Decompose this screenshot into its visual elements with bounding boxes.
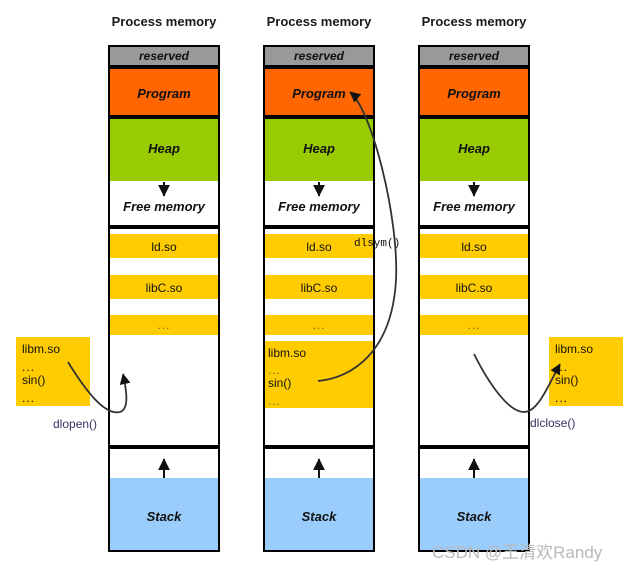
segment-program-label: Program xyxy=(447,86,501,101)
segment-reserved-label: reserved xyxy=(448,49,500,63)
segment-heap-label: Heap xyxy=(303,141,335,156)
library-label-ldso: ld.so xyxy=(151,240,177,254)
segment-stack-label: Stack xyxy=(456,509,492,524)
library-label-libcso: libC.so xyxy=(300,281,338,295)
library-label-libmso-symbol: sin() xyxy=(268,376,292,390)
segment-program: Program xyxy=(263,67,375,117)
callout-left-name: libm.so xyxy=(22,342,61,356)
library-label-libmso-dots-top: ... xyxy=(268,363,282,377)
library-label-more: ... xyxy=(157,318,171,332)
segment-stack: Stack xyxy=(418,447,530,552)
library-band-libmso: libm.so ... sin() ... xyxy=(265,341,373,408)
callout-libm-right: libm.so ... sin() ... xyxy=(549,337,623,406)
library-band-libcso: libC.so xyxy=(420,275,528,299)
library-label-libmso-dots-bottom: ... xyxy=(268,394,282,408)
library-band-more: ... xyxy=(265,315,373,335)
segment-reserved-label: reserved xyxy=(138,49,190,63)
library-band-libcso: libC.so xyxy=(265,275,373,299)
callout-left-dots-top: ... xyxy=(22,360,36,374)
segment-heap-label: Heap xyxy=(148,141,180,156)
segment-stack: Stack xyxy=(108,447,220,552)
column-title-2: Process memory xyxy=(266,14,372,29)
segment-program: Program xyxy=(418,67,530,117)
callout-right-dots-bottom: ... xyxy=(555,391,569,405)
library-band-libcso: libC.so xyxy=(110,275,218,299)
library-label-ldso: ld.so xyxy=(461,240,487,254)
segment-program-label: Program xyxy=(292,86,346,101)
column-title-3: Process memory xyxy=(421,14,527,29)
library-band-ldso: ld.so xyxy=(110,234,218,258)
watermark: CSDN @王清欢Randy xyxy=(432,543,603,562)
library-band-more: ... xyxy=(420,315,528,335)
segment-program: Program xyxy=(108,67,220,117)
segment-program-label: Program xyxy=(137,86,191,101)
dlsym-label: dlsym() xyxy=(354,238,401,250)
library-band-more: ... xyxy=(110,315,218,335)
callout-left-symbol: sin() xyxy=(22,373,46,387)
segment-reserved-label: reserved xyxy=(293,49,345,63)
callout-right-dots-top: ... xyxy=(555,360,569,374)
callout-left-dots-bottom: ... xyxy=(22,391,36,405)
segment-reserved: reserved xyxy=(263,45,375,67)
segment-heap-free: Heap Free memory xyxy=(108,117,220,227)
dlopen-label: dlopen() xyxy=(53,417,98,431)
segment-stack-label: Stack xyxy=(146,509,182,524)
library-label-more: ... xyxy=(467,318,481,332)
library-label-libmso: libm.so xyxy=(268,346,307,360)
segment-heap-label: Heap xyxy=(458,141,490,156)
library-label-libcso: libC.so xyxy=(455,281,493,295)
dlclose-label: dlclose() xyxy=(530,416,576,430)
segment-stack-label: Stack xyxy=(301,509,337,524)
segment-stack: Stack xyxy=(263,447,375,552)
segment-reserved: reserved xyxy=(108,45,220,67)
column-title-1: Process memory xyxy=(111,14,217,29)
segment-libraries: ld.so libC.so ... libm.so ... sin() ... xyxy=(263,227,375,447)
segment-heap-free: Heap Free memory xyxy=(418,117,530,227)
segment-free-memory-label: Free memory xyxy=(278,199,360,214)
segment-free-memory-label: Free memory xyxy=(433,199,515,214)
segment-libraries: ld.so libC.so ... xyxy=(418,227,530,447)
segment-free-memory-label: Free memory xyxy=(123,199,205,214)
callout-right-symbol: sin() xyxy=(555,373,579,387)
library-label-libcso: libC.so xyxy=(145,281,183,295)
segment-reserved: reserved xyxy=(418,45,530,67)
callout-libm-left: libm.so ... sin() ... xyxy=(16,337,90,406)
library-band-ldso: ld.so xyxy=(420,234,528,258)
callout-right-name: libm.so xyxy=(555,342,594,356)
segment-libraries: ld.so libC.so ... xyxy=(108,227,220,447)
segment-heap-free: Heap Free memory xyxy=(263,117,375,227)
library-label-more: ... xyxy=(312,318,326,332)
